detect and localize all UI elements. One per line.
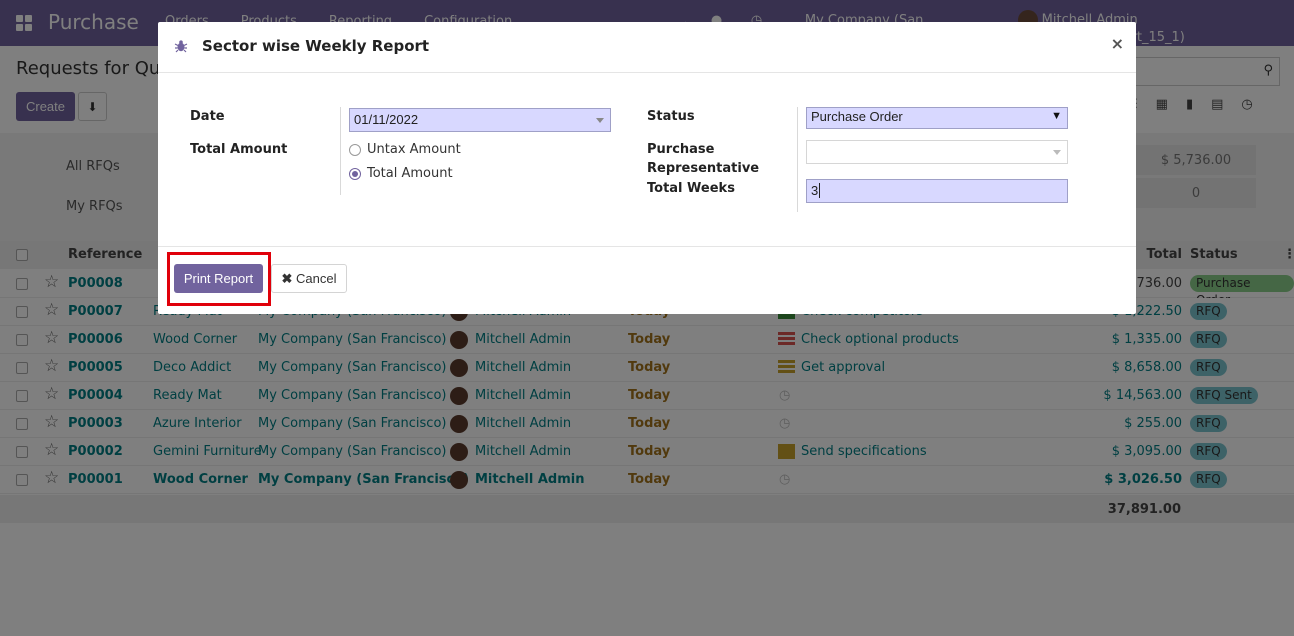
radio-untax-amount[interactable]: Untax Amount: [349, 142, 461, 157]
dialog-title: Sector wise Weekly Report: [202, 37, 430, 55]
radio-total-amount[interactable]: Total Amount: [349, 166, 453, 181]
radio-button[interactable]: [349, 143, 361, 156]
close-icon[interactable]: ×: [1111, 34, 1124, 53]
cancel-button[interactable]: ✖ Cancel: [271, 264, 347, 293]
total-weeks-value: 3: [811, 183, 819, 198]
radio-button-selected[interactable]: [349, 167, 361, 180]
dialog-footer: Print Report ✖ Cancel: [158, 246, 1136, 314]
report-dialog: Sector wise Weekly Report × Date Total A…: [158, 22, 1136, 314]
bug-icon: [174, 40, 188, 53]
chevron-down-icon: ▼: [1051, 110, 1062, 122]
purchase-representative-field[interactable]: [806, 140, 1068, 164]
status-select-value: Purchase Order: [811, 109, 903, 124]
purchase-rep-label-line2: Representative: [647, 161, 760, 176]
radio-label: Total Amount: [367, 166, 453, 181]
radio-label: Untax Amount: [367, 142, 461, 157]
chevron-down-icon: [596, 118, 604, 123]
total-weeks-label: Total Weeks: [647, 181, 735, 196]
date-label: Date: [190, 109, 225, 124]
total-amount-label: Total Amount: [190, 142, 288, 157]
field-divider: [797, 107, 798, 212]
close-icon: ✖: [281, 270, 293, 286]
date-value: 01/11/2022: [354, 112, 419, 127]
dialog-header: Sector wise Weekly Report ×: [158, 22, 1136, 73]
purchase-rep-label-line1: Purchase: [647, 142, 715, 157]
highlight-box: [167, 252, 271, 306]
status-label: Status: [647, 109, 695, 124]
status-select[interactable]: Purchase Order ▼: [806, 107, 1068, 129]
date-field[interactable]: 01/11/2022: [349, 108, 611, 132]
chevron-down-icon: [1053, 150, 1061, 155]
cancel-label: Cancel: [296, 270, 337, 286]
total-weeks-input[interactable]: 3: [806, 179, 1068, 203]
field-divider: [340, 107, 341, 195]
